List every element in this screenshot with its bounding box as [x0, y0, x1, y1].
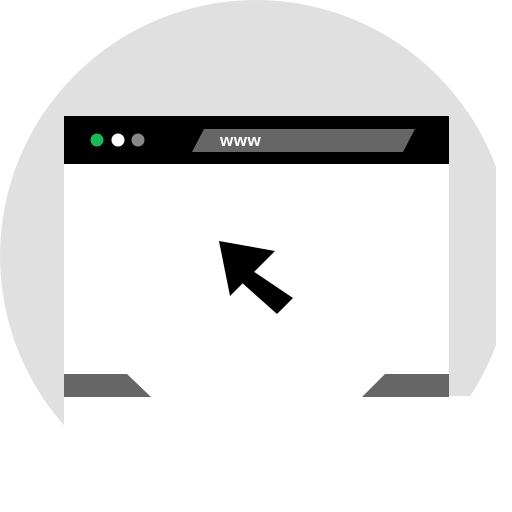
- right-cutout: [496, 160, 512, 512]
- address-bar-text: www: [219, 131, 261, 150]
- window-body-extension: [64, 396, 512, 512]
- window-maximize-dot[interactable]: [131, 133, 145, 147]
- window-minimize-dot[interactable]: [111, 133, 125, 147]
- window-close-dot[interactable]: [90, 133, 104, 147]
- browser-illustration: www: [0, 0, 512, 512]
